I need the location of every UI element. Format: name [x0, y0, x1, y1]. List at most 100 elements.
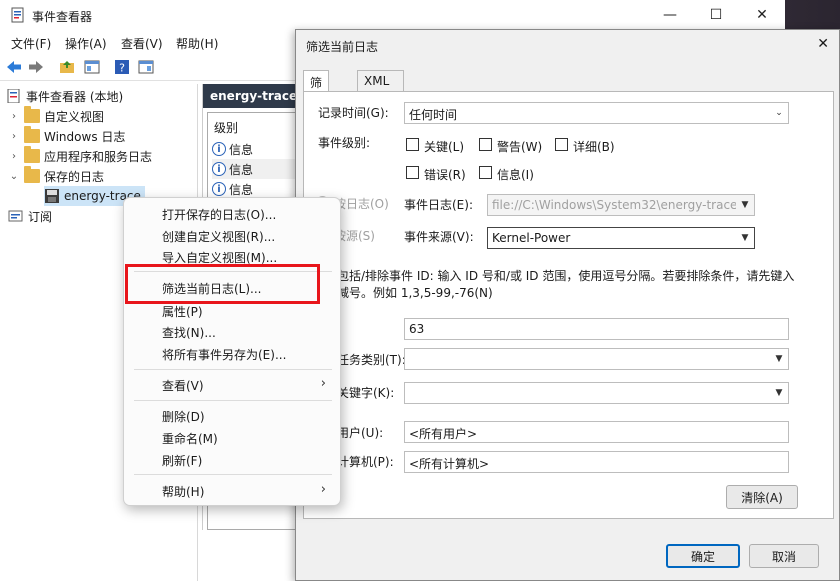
close-icon[interactable]: ✕ — [817, 36, 829, 52]
information-checkbox[interactable] — [479, 166, 492, 179]
menu-item-properties[interactable]: 属性(P) — [162, 301, 203, 321]
info-icon: i — [212, 162, 226, 176]
menu-separator — [134, 369, 332, 370]
folder-icon — [24, 126, 40, 143]
critical-label: 关键(L) — [424, 140, 465, 154]
ok-button[interactable]: 确定 — [666, 544, 740, 568]
tree-item-app-service-logs[interactable]: › 应用程序和服务日志 — [8, 146, 152, 166]
menu-item-rename[interactable]: 重命名(M) — [162, 428, 218, 448]
tree-item-root[interactable]: 事件查看器 (本地) — [6, 86, 123, 106]
tree-label-saved-logs: 保存的日志 — [44, 169, 105, 184]
table-row[interactable]: i 信息 — [212, 159, 298, 179]
saved-log-icon — [45, 189, 59, 203]
table-row[interactable]: i 信息 — [212, 179, 298, 199]
info-icon: i — [212, 182, 226, 196]
subscription-icon — [8, 210, 23, 222]
tree-label-custom-views: 自定义视图 — [44, 109, 105, 124]
tree-item-custom-views[interactable]: › 自定义视图 — [8, 106, 104, 126]
critical-checkbox[interactable] — [406, 138, 419, 151]
chevron-right-icon: › — [320, 482, 326, 497]
warning-checkbox[interactable] — [479, 138, 492, 151]
computer-label: 计算机(P): — [337, 455, 394, 469]
close-icon[interactable]: ✕ — [739, 0, 785, 30]
show-hide-tree-icon[interactable] — [83, 58, 101, 76]
verbose-checkbox[interactable] — [555, 138, 568, 151]
tree-label-subscriptions: 订阅 — [28, 209, 53, 224]
error-label: 错误(R) — [424, 168, 466, 182]
menu-item-refresh[interactable]: 刷新(F) — [162, 450, 202, 470]
info-icon: i — [212, 142, 226, 156]
event-logs-field[interactable]: file://C:\Windows\System32\energy-trace.… — [487, 194, 755, 216]
column-header-level[interactable]: 级别 — [214, 119, 238, 136]
maximize-icon[interactable]: ☐ — [693, 0, 739, 30]
event-id-help: 包括/排除事件 ID: 输入 ID 号和/或 ID 范围，使用逗号分隔。若要排除… — [337, 269, 795, 300]
back-arrow-icon[interactable] — [5, 58, 23, 76]
menu-item-view-label: 查看(V) — [162, 378, 204, 393]
menu-action[interactable]: 操作(A) — [65, 35, 107, 52]
chevron-right-icon[interactable]: › — [8, 131, 20, 142]
menu-item-create-custom-view[interactable]: 创建自定义视图(R)... — [162, 226, 275, 246]
computer-value: <所有计算机> — [409, 457, 490, 471]
cancel-button[interactable]: 取消 — [749, 544, 819, 568]
chevron-right-icon: › — [320, 376, 326, 391]
task-category-label: 任务类别(T): — [337, 353, 406, 367]
pane-header: energy-trace — [203, 84, 299, 108]
keywords-label: 关键字(K): — [337, 386, 395, 400]
menu-view[interactable]: 查看(V) — [121, 35, 163, 52]
folder-up-icon[interactable] — [58, 58, 76, 76]
tab-xml[interactable]: XML — [357, 70, 405, 91]
tree-label-app-service-logs: 应用程序和服务日志 — [44, 149, 153, 164]
user-label: 用户(U): — [337, 426, 384, 440]
chevron-right-icon[interactable]: › — [8, 151, 20, 162]
by-log-label: 按日志(O) — [334, 197, 389, 211]
chevron-down-icon: ▼ — [775, 354, 783, 364]
menu-separator — [134, 400, 332, 401]
minimize-icon[interactable]: — — [647, 0, 693, 30]
menu-item-help[interactable]: 帮助(H) — [162, 481, 204, 501]
verbose-label: 详细(B) — [573, 140, 615, 154]
chevron-down-icon[interactable]: ⌄ — [8, 171, 20, 182]
computer-field[interactable]: <所有计算机> — [404, 451, 789, 473]
tree-item-subscriptions[interactable]: 订阅 — [8, 206, 52, 226]
error-checkbox[interactable] — [406, 166, 419, 179]
table-row[interactable]: i 信息 — [212, 139, 298, 159]
logged-dropdown[interactable]: 任何时间 ⌄ — [404, 102, 789, 124]
tree-item-windows-logs[interactable]: › Windows 日志 — [8, 126, 125, 146]
event-sources-field[interactable]: Kernel-Power ▼ — [487, 227, 755, 249]
tree-label-root: 事件查看器 (本地) — [26, 89, 124, 104]
tab-filter[interactable]: 筛选器 — [303, 70, 330, 124]
tree-item-saved-logs[interactable]: ⌄ 保存的日志 — [8, 166, 104, 186]
event-sources-value: Kernel-Power — [492, 231, 571, 245]
task-category-dropdown[interactable]: ▼ — [404, 348, 789, 370]
logged-value: 任何时间 — [409, 108, 458, 122]
show-hide-action-pane-icon[interactable] — [137, 58, 155, 76]
event-sources-label: 事件来源(V): — [404, 230, 474, 244]
menu-item-open-saved-log[interactable]: 打开保存的日志(O)... — [162, 204, 276, 224]
menu-item-view[interactable]: 查看(V) — [162, 375, 332, 395]
information-label: 信息(I) — [497, 168, 534, 182]
keywords-dropdown[interactable]: ▼ — [404, 382, 789, 404]
folder-open-icon — [24, 166, 40, 183]
folder-icon — [24, 106, 40, 123]
folder-icon — [24, 146, 40, 163]
chevron-down-icon: ⌄ — [775, 108, 783, 118]
context-menu: 打开保存的日志(O)... 创建自定义视图(R)... 导入自定义视图(M)..… — [123, 197, 341, 506]
event-id-value: 63 — [409, 322, 425, 336]
tree-label-windows-logs: Windows 日志 — [44, 129, 126, 144]
event-logs-value: file://C:\Windows\System32\energy-trace.… — [492, 198, 755, 212]
event-logs-label: 事件日志(E): — [404, 198, 473, 212]
forward-arrow-icon[interactable] — [27, 58, 45, 76]
event-id-field[interactable]: 63 — [404, 318, 789, 340]
chevron-right-icon[interactable]: › — [8, 111, 20, 122]
event-level: 信息 — [229, 182, 254, 197]
dialog-title: 筛选当前日志 — [306, 40, 379, 54]
menu-item-delete[interactable]: 删除(D) — [162, 406, 205, 426]
clear-button[interactable]: 清除(A) — [726, 485, 798, 509]
help-icon[interactable]: ? — [113, 58, 131, 76]
menu-help[interactable]: 帮助(H) — [176, 35, 218, 52]
user-field[interactable]: <所有用户> — [404, 421, 789, 443]
menu-item-find[interactable]: 查找(N)... — [162, 322, 216, 342]
chevron-down-icon: ▼ — [741, 233, 749, 243]
menu-file[interactable]: 文件(F) — [11, 35, 51, 52]
menu-item-save-all-events[interactable]: 将所有事件另存为(E)... — [162, 344, 286, 364]
